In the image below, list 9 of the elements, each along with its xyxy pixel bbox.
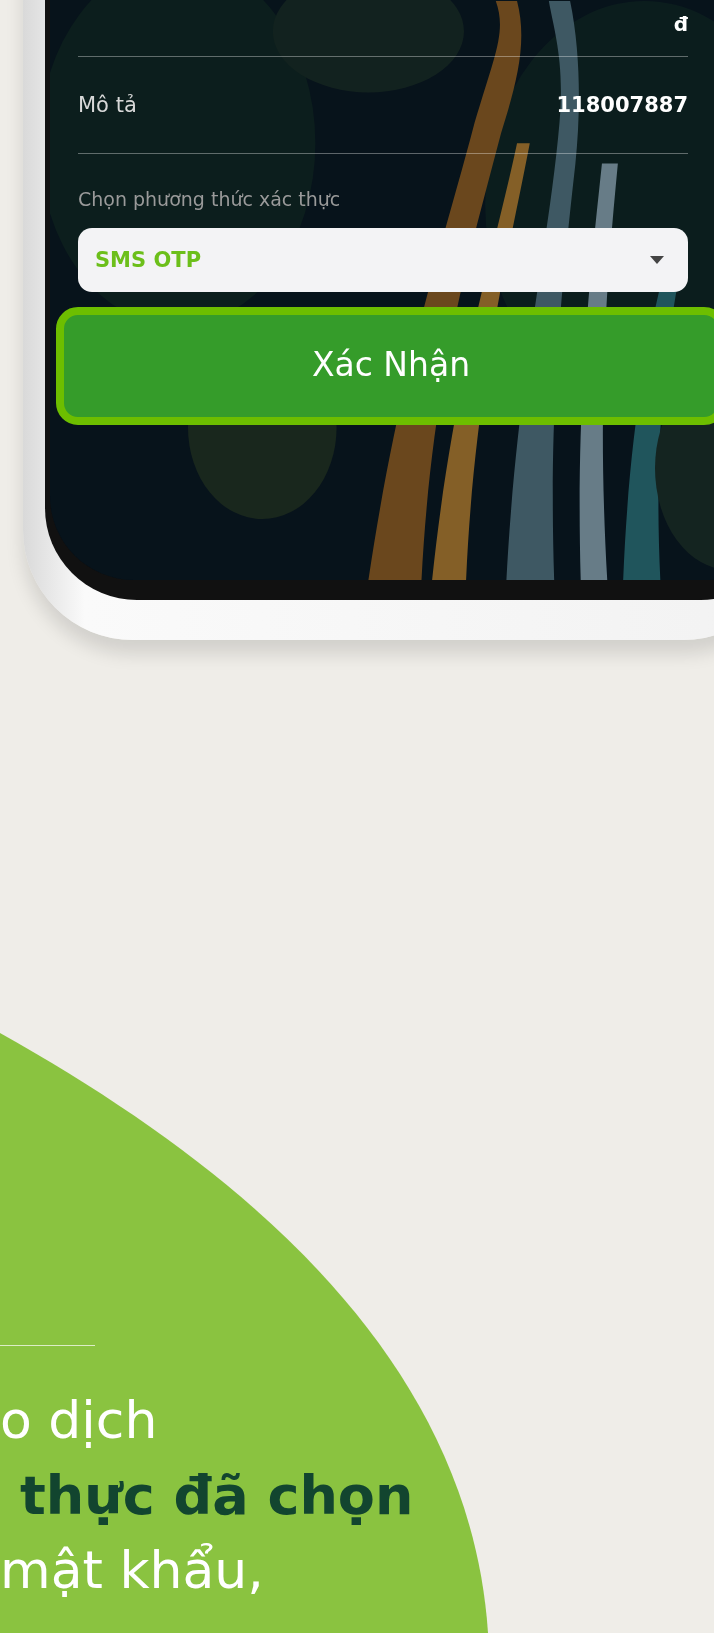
caption-line: thực đã chọn [19,1463,414,1529]
caption-line: mật khẩu, [0,1539,265,1602]
row-label: Mô tả [78,93,137,117]
row-value: 118007887 [556,93,688,117]
caption-line: o dịch [0,1389,159,1452]
auth-method-dropdown[interactable]: SMS OTP [78,228,688,292]
currency-unit: đ [673,12,688,36]
confirm-button[interactable]: Xác Nhận [56,307,714,425]
field-label: Chọn phương thức xác thực [78,188,342,210]
